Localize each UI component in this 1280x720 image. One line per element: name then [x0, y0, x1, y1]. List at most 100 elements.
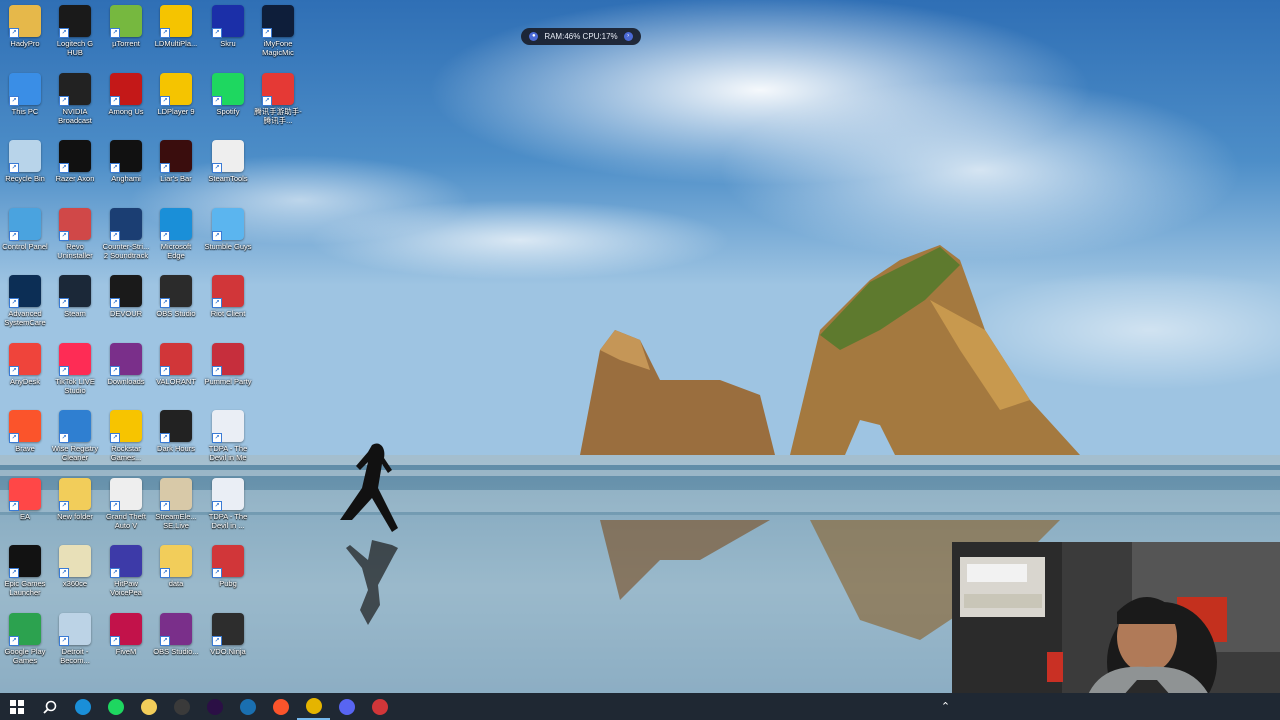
- desktop-icon[interactable]: ↗ TikTok LIVE Studio: [50, 342, 100, 395]
- desktop-icon[interactable]: ↗ Anghami: [101, 140, 151, 183]
- razer-axon-icon: ↗: [59, 140, 91, 173]
- desktop-icon[interactable]: ↗ Steam: [50, 275, 100, 318]
- control-panel-icon: ↗: [9, 207, 41, 241]
- ea-icon: ↗: [9, 477, 41, 511]
- desktop-icon-label: DEVOUR: [109, 309, 143, 318]
- desktop-icon[interactable]: ↗ x360ce: [50, 545, 100, 588]
- shortcut-arrow-icon: ↗: [59, 635, 69, 646]
- taskbar-spotify-button[interactable]: [99, 693, 132, 720]
- taskbar-edge-button[interactable]: [66, 693, 99, 720]
- desktop-icon-label: Pummel Party: [204, 376, 252, 386]
- shortcut-arrow-icon: ↗: [59, 365, 69, 376]
- desktop-icon[interactable]: ↗ This PC: [0, 72, 50, 116]
- desktop-icon[interactable]: ↗ Downloads: [101, 342, 151, 386]
- desktop-icon-label: Control Panel: [2, 241, 48, 251]
- taskbar-brave-button[interactable]: [264, 693, 297, 720]
- desktop-icon[interactable]: ↗ data: [151, 545, 201, 588]
- desktop-icon[interactable]: ↗ New folder: [50, 477, 100, 521]
- desktop-icon[interactable]: ↗ Liar's Bar: [151, 140, 201, 183]
- desktop-icon[interactable]: ↗ SteamTools: [203, 140, 253, 183]
- desktop-icon[interactable]: ↗ StreamEle... SE.Live: [151, 477, 201, 530]
- desktop-icon[interactable]: ↗ OBS Studio...: [151, 612, 201, 656]
- desktop-icon[interactable]: ↗ Pummel Party: [203, 342, 253, 386]
- shortcut-arrow-icon: ↗: [59, 500, 69, 511]
- shortcut-arrow-icon: ↗: [59, 95, 69, 106]
- desktop-icon[interactable]: ↗ OBS Studio: [151, 275, 201, 318]
- desktop-icon[interactable]: ↗ Advanced SystemCare: [0, 275, 50, 327]
- desktop-icon[interactable]: ↗ FiveM: [101, 612, 151, 656]
- desktop-icon[interactable]: ↗ AnyDesk: [0, 342, 50, 386]
- chevron-up-icon[interactable]: ⌃: [929, 693, 962, 720]
- desktop-icon[interactable]: ↗ VDO.Ninja: [203, 612, 253, 656]
- desktop-icon[interactable]: ↗ Google Play Games: [0, 612, 50, 665]
- desktop-icon[interactable]: ↗ Detroit - Becom...: [50, 612, 100, 665]
- systemcare-icon: ↗: [9, 275, 41, 308]
- arrow-right-icon[interactable]: ›: [623, 32, 633, 41]
- desktop-icon[interactable]: ↗ Riot Client: [203, 275, 253, 318]
- desktop-icon-label: Liar's Bar: [160, 174, 192, 183]
- desktop-icon-label: Downloads: [107, 376, 145, 386]
- shortcut-arrow-icon: ↗: [59, 433, 69, 443]
- desktop-icon[interactable]: ↗ Pubg: [203, 545, 253, 588]
- ccleaner-icon: [239, 698, 256, 715]
- desktop-icon[interactable]: ↗ Razer Axon: [50, 140, 100, 183]
- shortcut-arrow-icon: ↗: [9, 635, 19, 646]
- desktop-icon[interactable]: ↗ Wise Registry Cleaner: [50, 410, 100, 462]
- desktop-icon[interactable]: ↗ DEVOUR: [101, 275, 151, 318]
- taskbar-steam-tool-button[interactable]: [363, 693, 396, 720]
- desktop-icon[interactable]: ↗ Rockstar Games...: [101, 410, 151, 462]
- shortcut-arrow-icon: ↗: [160, 163, 170, 173]
- shortcut-arrow-icon: ↗: [160, 568, 170, 578]
- taskbar-chrome-button[interactable]: [297, 693, 330, 720]
- desktop-icon[interactable]: ↗ Microsoft Edge: [151, 207, 201, 260]
- desktop-icon[interactable]: ↗ Brave: [0, 410, 50, 453]
- shortcut-arrow-icon: ↗: [262, 28, 272, 38]
- ldplayer-icon: ↗: [160, 72, 192, 106]
- desktop-icon[interactable]: ↗ HitPaw VoicePea: [101, 545, 151, 597]
- desktop-icon[interactable]: ↗ HadyPro: [0, 5, 50, 48]
- desktop-icon[interactable]: ↗ iMyFone MagicMic: [253, 5, 303, 57]
- desktop-icon[interactable]: ↗ TDPA - The Devil in ...: [203, 477, 253, 530]
- anydesk-icon: ↗: [9, 342, 41, 376]
- desktop-icon[interactable]: ↗ LDPlayer 9: [151, 72, 201, 116]
- desktop-icon[interactable]: ↗ TDPA - The Devil in Me: [203, 410, 253, 462]
- taskbar-windows-start-button[interactable]: [0, 693, 33, 720]
- desktop-icon[interactable]: ↗ Skru: [203, 5, 253, 48]
- performance-widget[interactable]: ● RAM:46% CPU:17% ›: [521, 28, 641, 45]
- desktop-icon[interactable]: ↗ Control Panel: [0, 207, 50, 251]
- perf-readout: RAM:46% CPU:17%: [544, 32, 618, 41]
- desktop-icon[interactable]: ↗ Epic Games Launcher: [0, 545, 50, 597]
- desktop-icon[interactable]: ↗ Grand Theft Auto V: [101, 477, 151, 530]
- desktop-icon-label: Google Play Games: [4, 646, 46, 665]
- desktop-icon[interactable]: ↗ NVIDIA Broadcast: [50, 72, 100, 125]
- music-note-icon: ↗: [110, 207, 142, 241]
- desktop-icon[interactable]: ↗ 腾讯手游助手-腾讯手...: [253, 72, 303, 125]
- desktop-icon[interactable]: ↗ Dark Hours: [151, 410, 201, 453]
- desktop-icon[interactable]: ↗ Counter-Stri... 2 Soundtrack: [101, 207, 151, 260]
- desktop-icon[interactable]: ↗ VALORANT: [151, 342, 201, 386]
- shortcut-arrow-icon: ↗: [110, 230, 120, 241]
- shortcut-arrow-icon: ↗: [9, 298, 19, 308]
- desktop-icon[interactable]: ↗ Spotify: [203, 72, 253, 116]
- desktop-icon[interactable]: ↗ Among Us: [101, 72, 151, 116]
- desktop-icon[interactable]: ↗ Stumble Guys: [203, 207, 253, 251]
- desktop-icon[interactable]: ↗ Recycle Bin: [0, 140, 50, 183]
- desktop-icon[interactable]: ↗ LDMultiPla...: [151, 5, 201, 48]
- desktop-icon-label: 腾讯手游助手-腾讯手...: [254, 106, 302, 125]
- taskbar-premiere-pro-button[interactable]: [198, 693, 231, 720]
- shortcut-arrow-icon: ↗: [160, 28, 170, 38]
- desktop-icon[interactable]: ↗ µTorrent: [101, 5, 151, 48]
- taskbar-ccleaner-button[interactable]: [231, 693, 264, 720]
- desktop-icon[interactable]: ↗ Logitech G HUB: [50, 5, 100, 57]
- desktop-icon-label: HadyPro: [10, 39, 40, 48]
- taskbar-discord-button[interactable]: [330, 693, 363, 720]
- taskbar-obs-button[interactable]: [165, 693, 198, 720]
- desktop-icon[interactable]: ↗ EA: [0, 477, 50, 521]
- desktop-icon[interactable]: ↗ Revo Uninstaller: [50, 207, 100, 260]
- taskbar-file-explorer-button[interactable]: [132, 693, 165, 720]
- shortcut-arrow-icon: ↗: [160, 500, 170, 511]
- taskbar-search-button[interactable]: [33, 693, 66, 720]
- shortcut-arrow-icon: ↗: [212, 298, 222, 308]
- shortcut-arrow-icon: ↗: [9, 568, 19, 578]
- shortcut-arrow-icon: ↗: [9, 433, 19, 443]
